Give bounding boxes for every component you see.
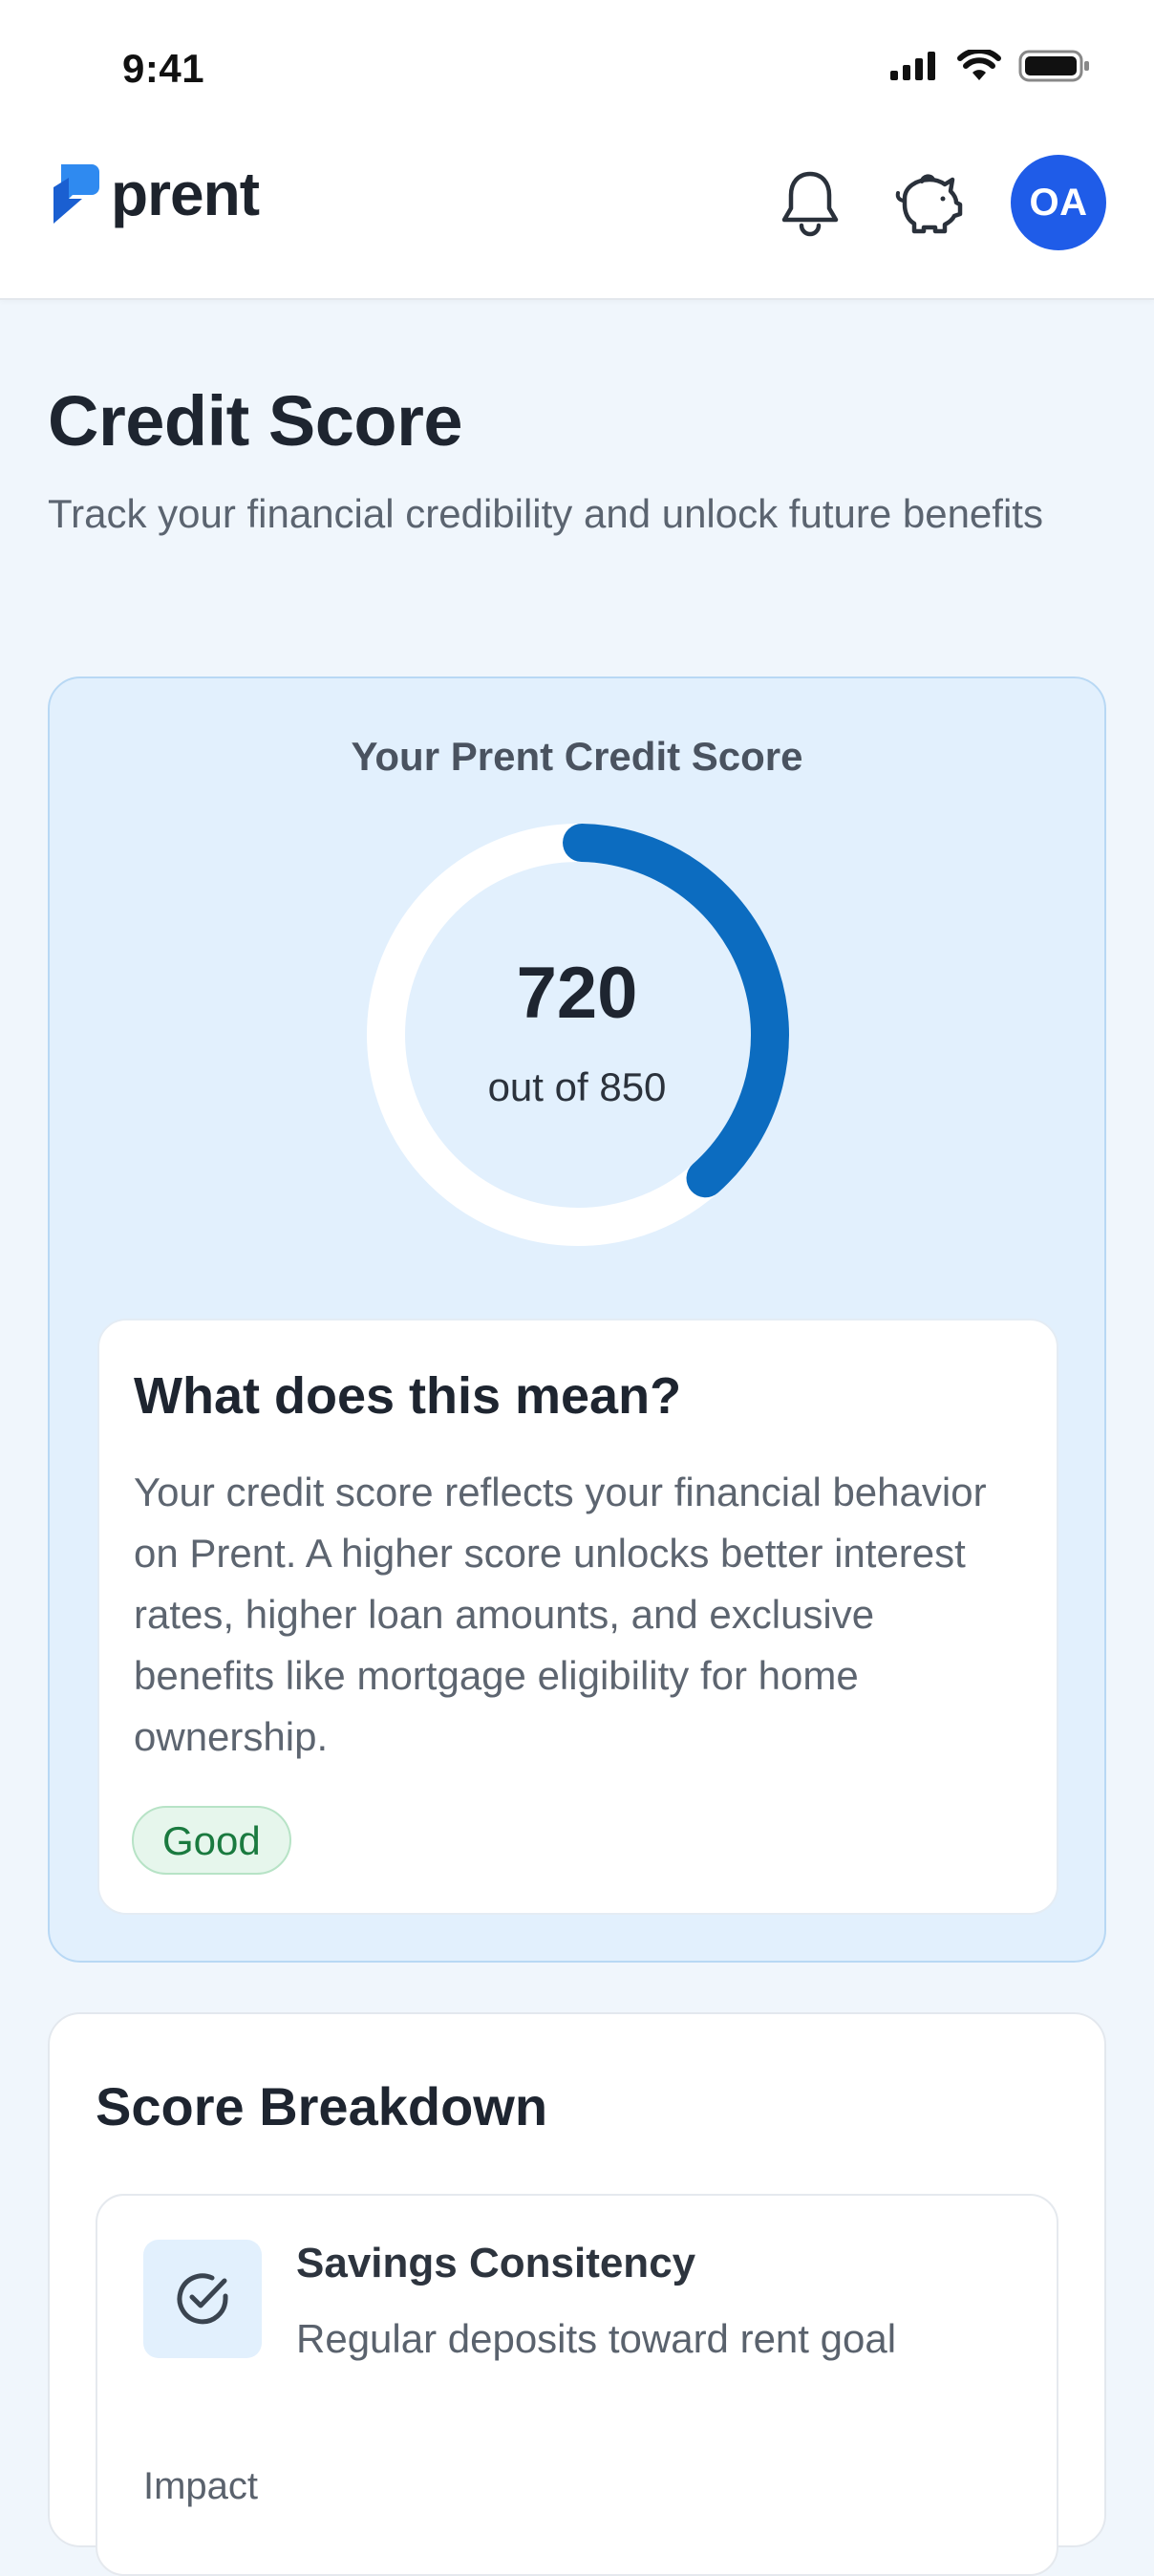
wifi-icon xyxy=(957,50,1001,80)
meaning-text: Your credit score reflects your financia… xyxy=(134,1470,987,1759)
factor-impact-label: Impact xyxy=(143,2465,259,2507)
score-gauge-ring xyxy=(367,824,789,1246)
score-breakdown-card: Score Breakdown Savings Consitency Regul… xyxy=(48,2012,1106,2576)
status-time: 9:41 xyxy=(122,46,205,91)
score-value: 720 xyxy=(516,953,638,1034)
breakdown-title: Score Breakdown xyxy=(96,2076,548,2136)
piggy-bank-icon xyxy=(895,174,963,234)
factor-name: Savings Consitency xyxy=(296,2240,696,2286)
app-header: 9:41 prent OA xyxy=(0,0,1154,300)
status-icons xyxy=(890,50,1091,82)
cellular-signal-icon xyxy=(890,52,935,80)
user-avatar[interactable]: OA xyxy=(1011,155,1106,250)
bell-icon xyxy=(781,171,839,237)
brand-logo[interactable]: prent xyxy=(50,160,260,228)
score-meaning-card: What does this mean? Your credit score r… xyxy=(97,1319,1058,1915)
notifications-button[interactable] xyxy=(774,166,846,239)
savings-button[interactable] xyxy=(892,166,965,239)
score-card-title: Your Prent Credit Score xyxy=(351,734,803,779)
breakdown-factor-item[interactable]: Savings Consitency Regular deposits towa… xyxy=(96,2194,1058,2576)
factor-description: Regular deposits toward rent goal xyxy=(296,2316,897,2361)
page-title: Credit Score xyxy=(48,381,463,461)
meaning-title: What does this mean? xyxy=(134,1367,682,1425)
score-rating-badge: Good xyxy=(132,1806,291,1875)
score-max-label: out of 850 xyxy=(487,1064,667,1109)
prent-logo-icon xyxy=(53,164,99,224)
score-gauge xyxy=(365,822,791,1248)
brand-name: prent xyxy=(111,160,260,228)
factor-icon-container xyxy=(143,2240,262,2358)
battery-icon xyxy=(1018,50,1089,82)
credit-score-card: Your Prent Credit Score 720 out of 850 W… xyxy=(48,676,1106,1963)
header-actions: OA xyxy=(774,155,1106,250)
check-circle-icon xyxy=(177,2273,228,2325)
page-subtitle: Track your financial credibility and unl… xyxy=(48,491,1043,536)
